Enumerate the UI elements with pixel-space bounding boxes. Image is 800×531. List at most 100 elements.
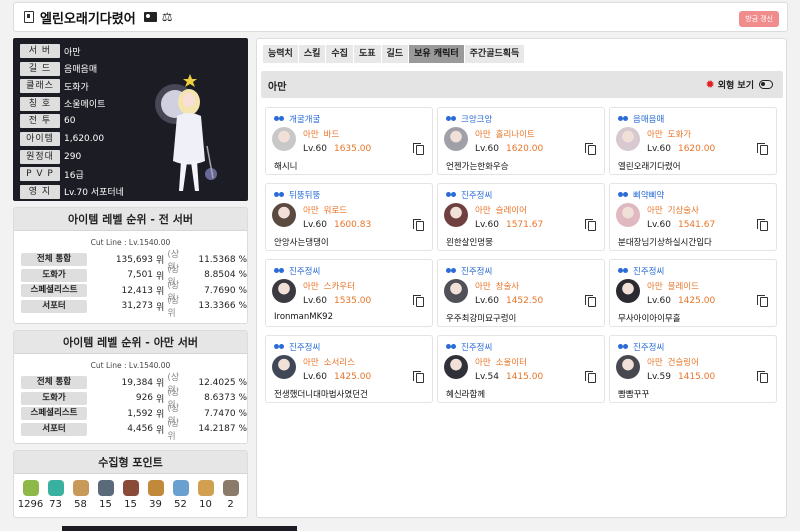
- scale-icon[interactable]: ⚖: [162, 11, 173, 23]
- character-card[interactable]: 진주정씨 아만 스카우터 Lv.60 1535.00 IronmanMK92: [265, 259, 433, 327]
- character-name: 엘린오래기다렸어: [40, 11, 136, 27]
- copy-icon[interactable]: [757, 219, 768, 231]
- character-card[interactable]: 진주정씨 아만 소서리스 Lv.60 1425.00 전생했더니대마법사였던건: [265, 335, 433, 403]
- rank-number: 1,592: [127, 408, 154, 419]
- collection-item[interactable]: 1296: [18, 480, 43, 510]
- level-number: 60: [659, 296, 671, 306]
- stat-label: 길 드: [20, 61, 60, 76]
- class-name: 블레이드: [667, 282, 699, 292]
- tab-6[interactable]: 주간골드획득: [464, 45, 525, 63]
- world-tree-leaf-icon: [197, 480, 214, 496]
- character-name: 분대장님기상하실시간입다: [618, 238, 712, 248]
- rank-category-label: 전체 통합: [21, 376, 88, 390]
- character-header: 엘린오래기다렸어 ⚖ 방금 갱신: [13, 2, 788, 32]
- stat-row: 서 버 아만: [20, 44, 81, 58]
- collection-item[interactable]: 2: [218, 480, 243, 510]
- toggle-icon[interactable]: [759, 80, 773, 89]
- copy-icon[interactable]: [413, 371, 424, 383]
- level-prefix: Lv.: [647, 372, 660, 382]
- guild-label: 진주정씨: [274, 265, 320, 277]
- character-name: 우주최강미묘구렁이: [446, 314, 517, 324]
- character-card[interactable]: 크앙크앙 아만 홀리나이트 Lv.60 1620.00 언젠가는한화우승: [437, 107, 605, 175]
- rank-category-label: 도화가: [21, 268, 88, 282]
- level-number: 60: [659, 144, 671, 154]
- level-line: Lv.60 1600.83: [303, 220, 371, 230]
- main-content: 능력치 스킬 수집 도표 길드 보유 캐릭터 주간골드획득 아만 ✹ 외형 보기 개굴개굴 아…: [256, 38, 787, 518]
- class-name: 바드: [323, 130, 340, 140]
- item-level: 1620.00: [677, 144, 716, 154]
- level-line: Lv.60 1620.00: [475, 144, 543, 154]
- refresh-button[interactable]: 방금 갱신: [739, 11, 779, 27]
- users-icon: [618, 343, 629, 351]
- stat-row: 아이템 1,620.00: [20, 132, 104, 146]
- avatar: [444, 203, 468, 227]
- level-number: 54: [487, 372, 499, 382]
- copy-icon[interactable]: [585, 219, 596, 231]
- level-prefix: Lv.: [647, 144, 660, 154]
- tab-bar: 능력치 스킬 수집 도표 길드 보유 캐릭터 주간골드획득: [263, 45, 525, 63]
- copy-icon[interactable]: [413, 143, 424, 155]
- collection-item[interactable]: 39: [143, 480, 168, 510]
- level-prefix: Lv.: [647, 296, 660, 306]
- avatar: [616, 203, 640, 227]
- rank-unit: 위: [156, 256, 165, 267]
- character-card[interactable]: 뒤뚱뒤뚱 아만 워로드 Lv.60 1600.83 안앙사는댕댕이: [265, 183, 433, 251]
- copy-icon[interactable]: [413, 295, 424, 307]
- character-card[interactable]: 삐약삐약 아만 기상술사 Lv.60 1541.67 분대장님기상하실시간입다: [609, 183, 777, 251]
- character-card[interactable]: 음매음매 아만 도화가 Lv.60 1620.00 엘린오래기다렸어: [609, 107, 777, 175]
- users-icon: [274, 115, 285, 123]
- character-card[interactable]: 진주정씨 아만 창술사 Lv.60 1452.50 우주최강미묘구렁이: [437, 259, 605, 327]
- collection-value: 10: [199, 499, 212, 510]
- class-line: 아만 창술사: [475, 280, 519, 292]
- class-name: 기상술사: [667, 206, 699, 216]
- copy-icon[interactable]: [757, 295, 768, 307]
- guild-name: 진주정씨: [289, 267, 321, 277]
- tab-3[interactable]: 도표: [353, 45, 381, 63]
- level-number: 60: [659, 220, 671, 230]
- rank-percent-prefix: (상위: [167, 296, 180, 320]
- copy-icon[interactable]: [585, 143, 596, 155]
- character-name: 빰빰꾸꾸: [618, 390, 650, 400]
- stat-label: 아이템: [20, 132, 60, 146]
- character-card[interactable]: 개굴개굴 아만 바드 Lv.60 1635.00 해시니: [265, 107, 433, 175]
- character-card[interactable]: 진주정씨 아만 블레이드 Lv.60 1425.00 무사아이아이무흘: [609, 259, 777, 327]
- users-icon: [618, 115, 629, 123]
- tab-4[interactable]: 길드: [381, 45, 409, 63]
- server-name: 아만: [303, 206, 319, 216]
- collection-item[interactable]: 15: [118, 480, 143, 510]
- tab-0[interactable]: 능력치: [263, 45, 298, 63]
- id-card-icon[interactable]: [143, 12, 157, 22]
- level-prefix: Lv.: [647, 220, 660, 230]
- tab-1[interactable]: 스킬: [298, 45, 326, 63]
- guild-name: 개굴개굴: [289, 115, 321, 125]
- avatar: [616, 355, 640, 379]
- character-card[interactable]: 진주정씨 아만 슬레이어 Lv.60 1571.67 왼한살인멍뭉: [437, 183, 605, 251]
- character-card[interactable]: 진주정씨 아만 건슬링어 Lv.59 1415.00 빰빰꾸꾸: [609, 335, 777, 403]
- collection-value: 52: [174, 499, 187, 510]
- level-line: Lv.60 1541.67: [647, 220, 715, 230]
- guild-name: 진주정씨: [289, 343, 321, 353]
- server-name: 아만: [268, 82, 287, 93]
- stat-value: 도화가: [64, 82, 89, 93]
- appearance-toggle[interactable]: ✹ 외형 보기: [706, 78, 773, 91]
- tab-5[interactable]: 보유 캐릭터: [409, 45, 464, 63]
- collection-item[interactable]: 58: [68, 480, 93, 510]
- copy-icon[interactable]: [757, 143, 768, 155]
- collection-item[interactable]: 52: [168, 480, 193, 510]
- item-level: 1415.00: [677, 372, 716, 382]
- copy-icon[interactable]: [757, 371, 768, 383]
- collection-item[interactable]: 15: [93, 480, 118, 510]
- collection-item[interactable]: 10: [193, 480, 218, 510]
- bookmark-icon[interactable]: [24, 11, 34, 23]
- level-line: Lv.59 1415.00: [647, 372, 715, 382]
- rank-row: 전체 통합 19,384 위 (상위 12.4025 %: [14, 373, 247, 396]
- copy-icon[interactable]: [585, 371, 596, 383]
- stat-value: Lv.70 서포터네: [64, 188, 124, 199]
- level-number: 60: [315, 220, 327, 230]
- server-name: 아만: [303, 282, 319, 292]
- copy-icon[interactable]: [413, 219, 424, 231]
- collection-item[interactable]: 73: [43, 480, 68, 510]
- copy-icon[interactable]: [585, 295, 596, 307]
- tab-2[interactable]: 수집: [326, 45, 353, 63]
- character-card[interactable]: 진주정씨 아만 소울이터 Lv.54 1415.00 혜신라함께: [437, 335, 605, 403]
